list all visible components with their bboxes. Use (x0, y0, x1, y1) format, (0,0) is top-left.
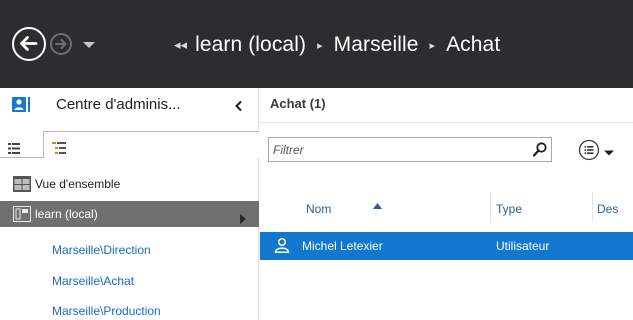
page-title: Achat (1) (270, 96, 326, 111)
nav-item-overview[interactable]: Vue d'ensemble (0, 171, 259, 197)
breadcrumb-item-server[interactable]: learn (local) (195, 33, 306, 57)
nav-item-server[interactable]: learn (local) (0, 201, 259, 227)
filter-input[interactable] (269, 138, 519, 161)
admin-center-icon-bar (28, 97, 30, 112)
nav-title: Centre d'adminis... (56, 96, 181, 113)
options-dropdown-icon[interactable] (603, 144, 615, 156)
expand-arrow-icon[interactable] (240, 209, 246, 224)
column-divider[interactable] (490, 192, 491, 222)
column-divider[interactable] (592, 192, 593, 222)
cell-type: Utilisateur (496, 239, 550, 253)
column-header-type[interactable]: Type (496, 202, 522, 216)
filter-box (268, 137, 552, 162)
nav-item-label: learn (local) (35, 207, 98, 221)
forward-arrow-icon[interactable] (50, 33, 72, 55)
header-divider (260, 122, 633, 123)
breadcrumb: ◂◂ learn (local) ▸ Marseille ▸ Achat (174, 27, 500, 63)
nav-subitem-label: Marseille\Achat (52, 274, 135, 288)
nav-subitem-direction[interactable]: Marseille\Direction (0, 238, 259, 262)
content-pane: Achat (1) Nom Type Des (260, 88, 633, 320)
search-icon[interactable] (532, 142, 547, 157)
breadcrumb-item-current[interactable]: Achat (446, 33, 500, 57)
nav-view-switcher (0, 128, 259, 158)
breadcrumb-item-site[interactable]: Marseille (334, 33, 419, 57)
nav-subitem-label: Marseille\Direction (52, 243, 151, 257)
nav-subitem-production[interactable]: Marseille\Production (0, 299, 259, 320)
server-icon (13, 206, 31, 222)
admin-center-icon (12, 97, 26, 112)
sort-ascending-icon (373, 194, 382, 209)
nav-header: Centre d'adminis... (0, 88, 259, 124)
collapse-pane-icon[interactable] (232, 98, 246, 112)
navigation-bar: ◂◂ learn (local) ▸ Marseille ▸ Achat (0, 0, 633, 88)
breadcrumb-separator-icon: ▸ (317, 38, 323, 52)
tree-view-icon (52, 139, 66, 154)
nav-item-label: Vue d'ensemble (35, 177, 121, 191)
column-header-description[interactable]: Des (597, 202, 618, 216)
navigation-pane: Centre d'adminis... Vue d'ensemble learn… (0, 88, 259, 320)
table-row[interactable]: Michel Letexier Utilisateur (260, 232, 633, 260)
history-dropdown-icon[interactable] (77, 33, 101, 55)
overview-icon (13, 176, 31, 192)
list-view-icon[interactable] (8, 139, 20, 154)
breadcrumb-overflow-icon[interactable]: ◂◂ (174, 38, 187, 53)
back-arrow-icon[interactable] (12, 27, 46, 61)
nav-subitem-achat[interactable]: Marseille\Achat (0, 269, 259, 293)
user-icon (274, 237, 290, 253)
tree-view-tab[interactable] (43, 131, 259, 158)
column-header-name[interactable]: Nom (306, 202, 331, 216)
breadcrumb-separator-icon: ▸ (429, 38, 436, 52)
list-options-icon[interactable] (578, 139, 600, 161)
cell-name: Michel Letexier (302, 239, 383, 253)
nav-subitem-label: Marseille\Production (52, 304, 161, 318)
